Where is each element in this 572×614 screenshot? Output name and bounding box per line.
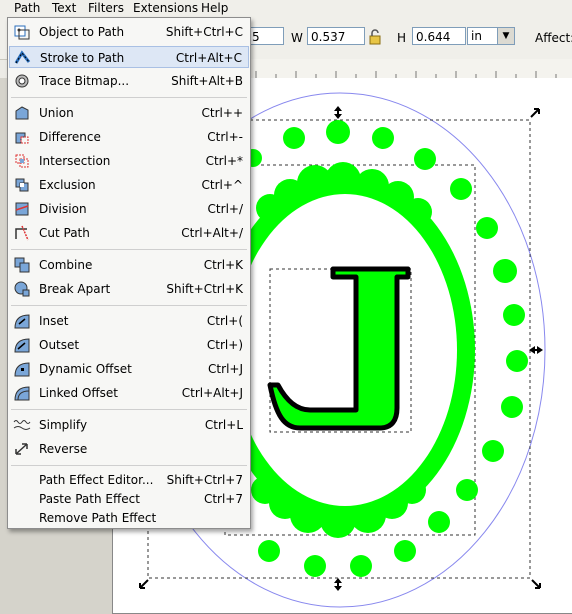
menu-item-label: Paste Path Effect bbox=[39, 492, 140, 506]
menu-item-label: Outset bbox=[39, 338, 80, 352]
menu-item-label: Object to Path bbox=[39, 25, 125, 39]
reverse-icon bbox=[15, 443, 28, 455]
menu-item-shortcut: Ctrl+( bbox=[206, 314, 243, 328]
outset-icon bbox=[14, 338, 30, 353]
menu-item-combine[interactable]: Combine Ctrl+K bbox=[9, 254, 249, 276]
menu-item-label: Cut Path bbox=[39, 226, 90, 240]
menu-item-shortcut: Ctrl+) bbox=[206, 338, 243, 352]
menu-item-shortcut: Ctrl+L bbox=[204, 418, 243, 432]
path-menu: Object to Path Shift+Ctrl+C Stroke to Pa… bbox=[7, 17, 251, 529]
menu-item-trace-bitmap[interactable]: Trace Bitmap... Shift+Alt+B bbox=[9, 70, 249, 92]
menu-separator bbox=[11, 465, 247, 466]
simplify-icon bbox=[13, 420, 31, 430]
menu-item-outset[interactable]: Outset Ctrl+) bbox=[9, 334, 249, 356]
exclusion-icon bbox=[15, 178, 29, 192]
menu-item-linked-offset[interactable]: Linked Offset Ctrl+Alt+J bbox=[9, 382, 249, 404]
menu-item-label: Stroke to Path bbox=[40, 51, 125, 65]
stroke-to-path-icon bbox=[14, 50, 31, 64]
menu-item-label: Inset bbox=[39, 314, 69, 328]
menu-separator bbox=[11, 409, 247, 410]
menu-item-label: Union bbox=[39, 106, 74, 120]
menu-item-label: Exclusion bbox=[39, 178, 96, 192]
cut-path-icon bbox=[15, 225, 29, 241]
menu-item-inset[interactable]: Inset Ctrl+( bbox=[9, 310, 249, 332]
menu-separator bbox=[11, 97, 247, 98]
menu-item-object-to-path[interactable]: Object to Path Shift+Ctrl+C bbox=[9, 21, 249, 43]
inset-icon bbox=[14, 314, 30, 329]
menu-item-break-apart[interactable]: Break Apart Shift+Ctrl+K bbox=[9, 278, 249, 300]
menu-item-label: Difference bbox=[39, 130, 101, 144]
menu-item-label: Break Apart bbox=[39, 282, 111, 296]
division-icon bbox=[15, 202, 29, 216]
menu-item-shortcut: Shift+Ctrl+7 bbox=[166, 473, 243, 487]
menu-separator bbox=[11, 249, 247, 250]
menu-item-shortcut: Ctrl+Alt+J bbox=[181, 386, 243, 400]
menu-item-division[interactable]: Division Ctrl+/ bbox=[9, 198, 249, 220]
menu-item-shortcut: Ctrl+Alt+/ bbox=[181, 226, 243, 240]
menu-item-label: Remove Path Effect bbox=[39, 511, 157, 525]
difference-icon bbox=[15, 132, 29, 144]
menu-item-reverse[interactable]: Reverse bbox=[9, 438, 249, 460]
menu-item-intersection[interactable]: Intersection Ctrl+* bbox=[9, 150, 249, 172]
combine-icon bbox=[14, 257, 30, 273]
menu-item-remove-path-effect[interactable]: Remove Path Effect bbox=[9, 507, 249, 529]
menu-item-exclusion[interactable]: Exclusion Ctrl+^ bbox=[9, 174, 249, 196]
dynamic-offset-icon bbox=[14, 362, 30, 377]
menu-item-difference[interactable]: Difference Ctrl+- bbox=[9, 126, 249, 148]
break-apart-icon bbox=[14, 281, 30, 297]
menu-item-shortcut: Shift+Ctrl+K bbox=[166, 282, 243, 296]
menu-item-shortcut: Ctrl+Alt+C bbox=[175, 51, 242, 65]
intersection-icon bbox=[15, 154, 29, 168]
menu-separator bbox=[11, 305, 247, 306]
menu-item-label: Dynamic Offset bbox=[39, 362, 132, 376]
menu-item-stroke-to-path[interactable]: Stroke to Path Ctrl+Alt+C bbox=[9, 46, 249, 68]
menu-item-label: Simplify bbox=[39, 418, 88, 432]
menu-item-shortcut: Ctrl+^ bbox=[201, 178, 243, 192]
frame-inner bbox=[233, 194, 457, 506]
menu-item-union[interactable]: Union Ctrl++ bbox=[9, 102, 249, 124]
menu-item-label: Linked Offset bbox=[39, 386, 119, 400]
menu-item-label: Intersection bbox=[39, 154, 111, 168]
menu-item-shortcut: Ctrl+/ bbox=[207, 202, 243, 216]
linked-offset-icon bbox=[14, 386, 30, 401]
menu-item-shortcut: Ctrl+7 bbox=[203, 492, 243, 506]
menu-item-shortcut: Shift+Alt+B bbox=[171, 74, 243, 88]
menu-item-cut-path[interactable]: Cut Path Ctrl+Alt+/ bbox=[9, 222, 249, 244]
menu-item-shortcut: Ctrl+J bbox=[208, 362, 243, 376]
menu-item-label: Reverse bbox=[39, 442, 88, 456]
menu-item-shortcut: Ctrl++ bbox=[201, 106, 243, 120]
menu-item-dynamic-offset[interactable]: Dynamic Offset Ctrl+J bbox=[9, 358, 249, 380]
menu-item-label: Division bbox=[39, 202, 87, 216]
menu-item-label: Path Effect Editor... bbox=[39, 473, 154, 487]
object-to-path-icon bbox=[14, 25, 30, 40]
menu-item-shortcut: Ctrl+K bbox=[203, 258, 243, 272]
menu-item-label: Combine bbox=[39, 258, 93, 272]
menu-item-shortcut: Shift+Ctrl+C bbox=[165, 25, 243, 39]
menu-item-shortcut: Ctrl+- bbox=[207, 130, 243, 144]
menu-item-simplify[interactable]: Simplify Ctrl+L bbox=[9, 414, 249, 436]
union-icon bbox=[15, 106, 29, 120]
menu-item-label: Trace Bitmap... bbox=[39, 74, 130, 88]
menu-item-shortcut: Ctrl+* bbox=[205, 154, 243, 168]
trace-bitmap-icon bbox=[15, 74, 29, 88]
